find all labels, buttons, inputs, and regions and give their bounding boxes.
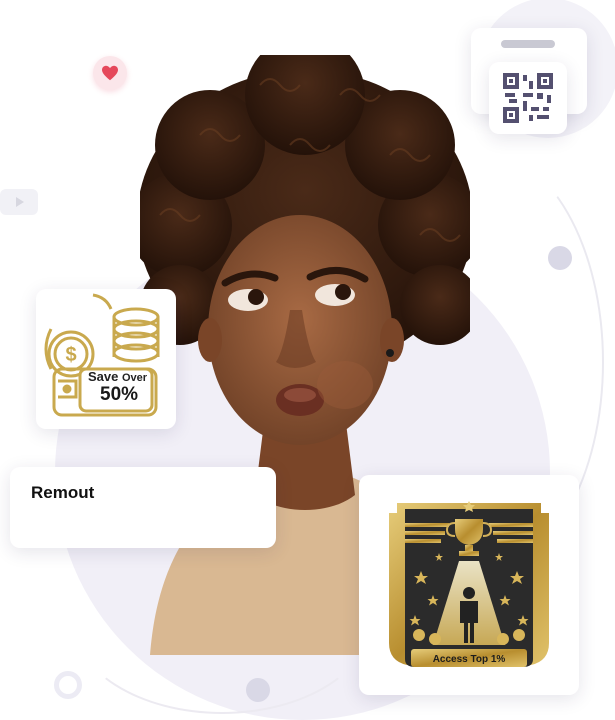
name-card-label: Remout (31, 483, 95, 502)
name-card[interactable]: Remout (10, 467, 276, 548)
qr-card[interactable] (489, 62, 567, 134)
qr-code-icon (503, 73, 553, 123)
save-percent: 50% (100, 384, 139, 405)
video-chip (0, 189, 38, 215)
access-badge-card[interactable]: Access Top 1% (359, 475, 579, 695)
access-badge-label: Access Top 1% (433, 654, 506, 665)
decor-dot-bottom (246, 678, 270, 702)
save-label: Save (88, 369, 119, 384)
svg-text:$: $ (65, 344, 76, 366)
heart-icon (102, 65, 118, 81)
decor-ring (54, 671, 82, 699)
play-icon (16, 197, 24, 207)
qr-card-bar (501, 40, 555, 48)
trophy-icon: Access Top 1% (389, 501, 549, 667)
heart-chip (93, 56, 127, 90)
save-over-label: Over (122, 372, 148, 384)
decor-dot-right (548, 246, 572, 270)
save-offer-card[interactable]: $ Save Over 50% (36, 289, 176, 429)
coins-icon: $ (44, 293, 160, 417)
